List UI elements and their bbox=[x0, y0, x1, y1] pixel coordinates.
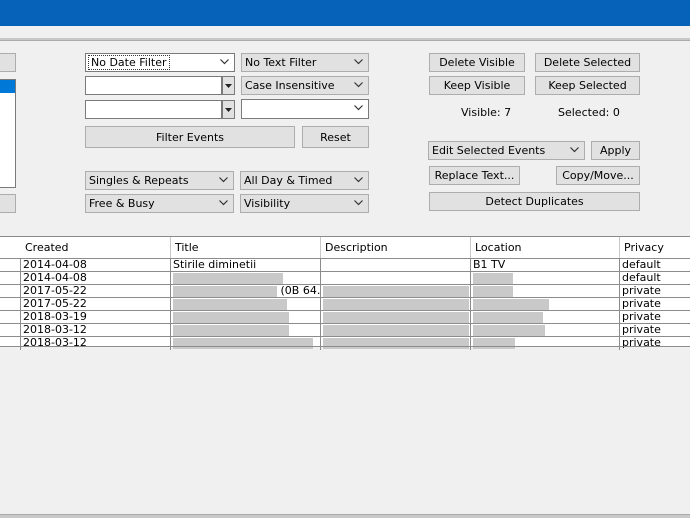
bottom-separator bbox=[0, 514, 690, 518]
calendar-list-selected-item[interactable] bbox=[0, 80, 15, 93]
column-header-privacy[interactable]: Privacy bbox=[620, 237, 690, 258]
cell-location bbox=[471, 337, 620, 350]
delete-visible-button[interactable]: Delete Visible bbox=[429, 53, 525, 72]
allday-filter-value: All Day & Timed bbox=[244, 174, 333, 187]
chevron-down-icon bbox=[219, 200, 228, 206]
column-header-row-marker[interactable] bbox=[0, 237, 22, 258]
apply-button[interactable]: Apply bbox=[591, 141, 640, 160]
allday-filter-select[interactable]: All Day & Timed bbox=[240, 171, 369, 190]
date-filter-select[interactable]: No Date Filter bbox=[85, 53, 235, 72]
secondary-filter-select[interactable] bbox=[241, 99, 369, 119]
reset-button[interactable]: Reset bbox=[302, 126, 369, 148]
keep-visible-button[interactable]: Keep Visible bbox=[429, 76, 525, 95]
date-filter-value: No Date Filter bbox=[88, 55, 170, 70]
column-header-location[interactable]: Location bbox=[471, 237, 620, 258]
row-marker bbox=[0, 337, 21, 350]
redacted-text bbox=[473, 273, 513, 284]
cell-title-suffix: (0B 64... bbox=[280, 285, 321, 297]
redacted-text bbox=[173, 312, 289, 323]
redacted-text bbox=[323, 325, 469, 336]
busy-filter-select[interactable]: Free & Busy bbox=[85, 194, 234, 213]
chevron-down-icon bbox=[354, 59, 363, 65]
window-titlebar bbox=[0, 0, 690, 26]
visible-count-label: Visible: 7 bbox=[461, 106, 512, 119]
top-separator bbox=[0, 38, 690, 41]
redacted-text bbox=[173, 325, 289, 336]
redacted-text bbox=[173, 299, 287, 310]
text-filter-input-1[interactable] bbox=[85, 76, 222, 95]
triangle-down-icon bbox=[225, 107, 232, 112]
column-header-created[interactable]: Created bbox=[21, 237, 171, 258]
visibility-filter-value: Visibility bbox=[244, 197, 291, 210]
redacted-text bbox=[473, 325, 545, 336]
text-filter-input-2[interactable] bbox=[85, 100, 222, 119]
repeat-filter-value: Singles & Repeats bbox=[89, 174, 189, 187]
chevron-down-icon bbox=[219, 177, 228, 183]
left-edge-button-bottom[interactable] bbox=[0, 194, 16, 213]
chevron-down-icon bbox=[354, 200, 363, 206]
chevron-down-icon bbox=[354, 177, 363, 183]
text-filter-value: No Text Filter bbox=[245, 56, 317, 69]
cell-created: 2018-03-12 bbox=[21, 337, 171, 350]
redacted-text bbox=[323, 286, 469, 297]
redacted-text bbox=[173, 273, 283, 284]
redacted-text bbox=[473, 286, 513, 297]
case-mode-select[interactable]: Case Insensitive bbox=[241, 76, 369, 95]
triangle-down-icon bbox=[225, 83, 232, 88]
column-header-description[interactable]: Description bbox=[321, 237, 471, 258]
redacted-text bbox=[323, 312, 469, 323]
keep-selected-button[interactable]: Keep Selected bbox=[535, 76, 640, 95]
redacted-text bbox=[473, 338, 515, 349]
filter-events-button[interactable]: Filter Events bbox=[85, 126, 295, 148]
chevron-down-icon bbox=[220, 59, 229, 65]
edit-selected-events-value: Edit Selected Events bbox=[432, 144, 546, 157]
redacted-text bbox=[323, 299, 469, 310]
case-mode-value: Case Insensitive bbox=[245, 79, 335, 92]
replace-text-button[interactable]: Replace Text... bbox=[429, 166, 520, 185]
text-filter-select[interactable]: No Text Filter bbox=[241, 53, 369, 72]
redacted-text bbox=[473, 312, 543, 323]
row-divider bbox=[0, 346, 690, 347]
selected-count-label: Selected: 0 bbox=[558, 106, 620, 119]
events-table[interactable]: Created Title Description Location Priva… bbox=[0, 236, 690, 350]
left-edge-button-top[interactable] bbox=[0, 53, 16, 72]
visibility-filter-select[interactable]: Visibility bbox=[240, 194, 369, 213]
redacted-text bbox=[473, 299, 549, 310]
redacted-text bbox=[173, 338, 313, 349]
redacted-text bbox=[173, 286, 277, 297]
repeat-filter-select[interactable]: Singles & Repeats bbox=[85, 171, 234, 190]
copy-move-button[interactable]: Copy/Move... bbox=[556, 166, 640, 185]
cell-title bbox=[171, 337, 321, 350]
chevron-down-icon bbox=[354, 105, 363, 111]
chevron-down-icon bbox=[570, 147, 579, 153]
chevron-down-icon bbox=[354, 82, 363, 88]
delete-selected-button[interactable]: Delete Selected bbox=[535, 53, 640, 72]
table-row[interactable]: 2018-03-12 private bbox=[0, 337, 690, 350]
text-filter-2-dropdown-button[interactable] bbox=[222, 100, 235, 119]
cell-description bbox=[321, 337, 471, 350]
column-header-title[interactable]: Title bbox=[171, 237, 321, 258]
redacted-text bbox=[323, 338, 469, 349]
busy-filter-value: Free & Busy bbox=[89, 197, 155, 210]
edit-selected-events-select[interactable]: Edit Selected Events bbox=[428, 141, 585, 160]
detect-duplicates-button[interactable]: Detect Duplicates bbox=[429, 192, 640, 211]
text-filter-1-dropdown-button[interactable] bbox=[222, 76, 235, 95]
calendar-list[interactable] bbox=[0, 79, 16, 188]
cell-privacy: private bbox=[622, 337, 661, 349]
